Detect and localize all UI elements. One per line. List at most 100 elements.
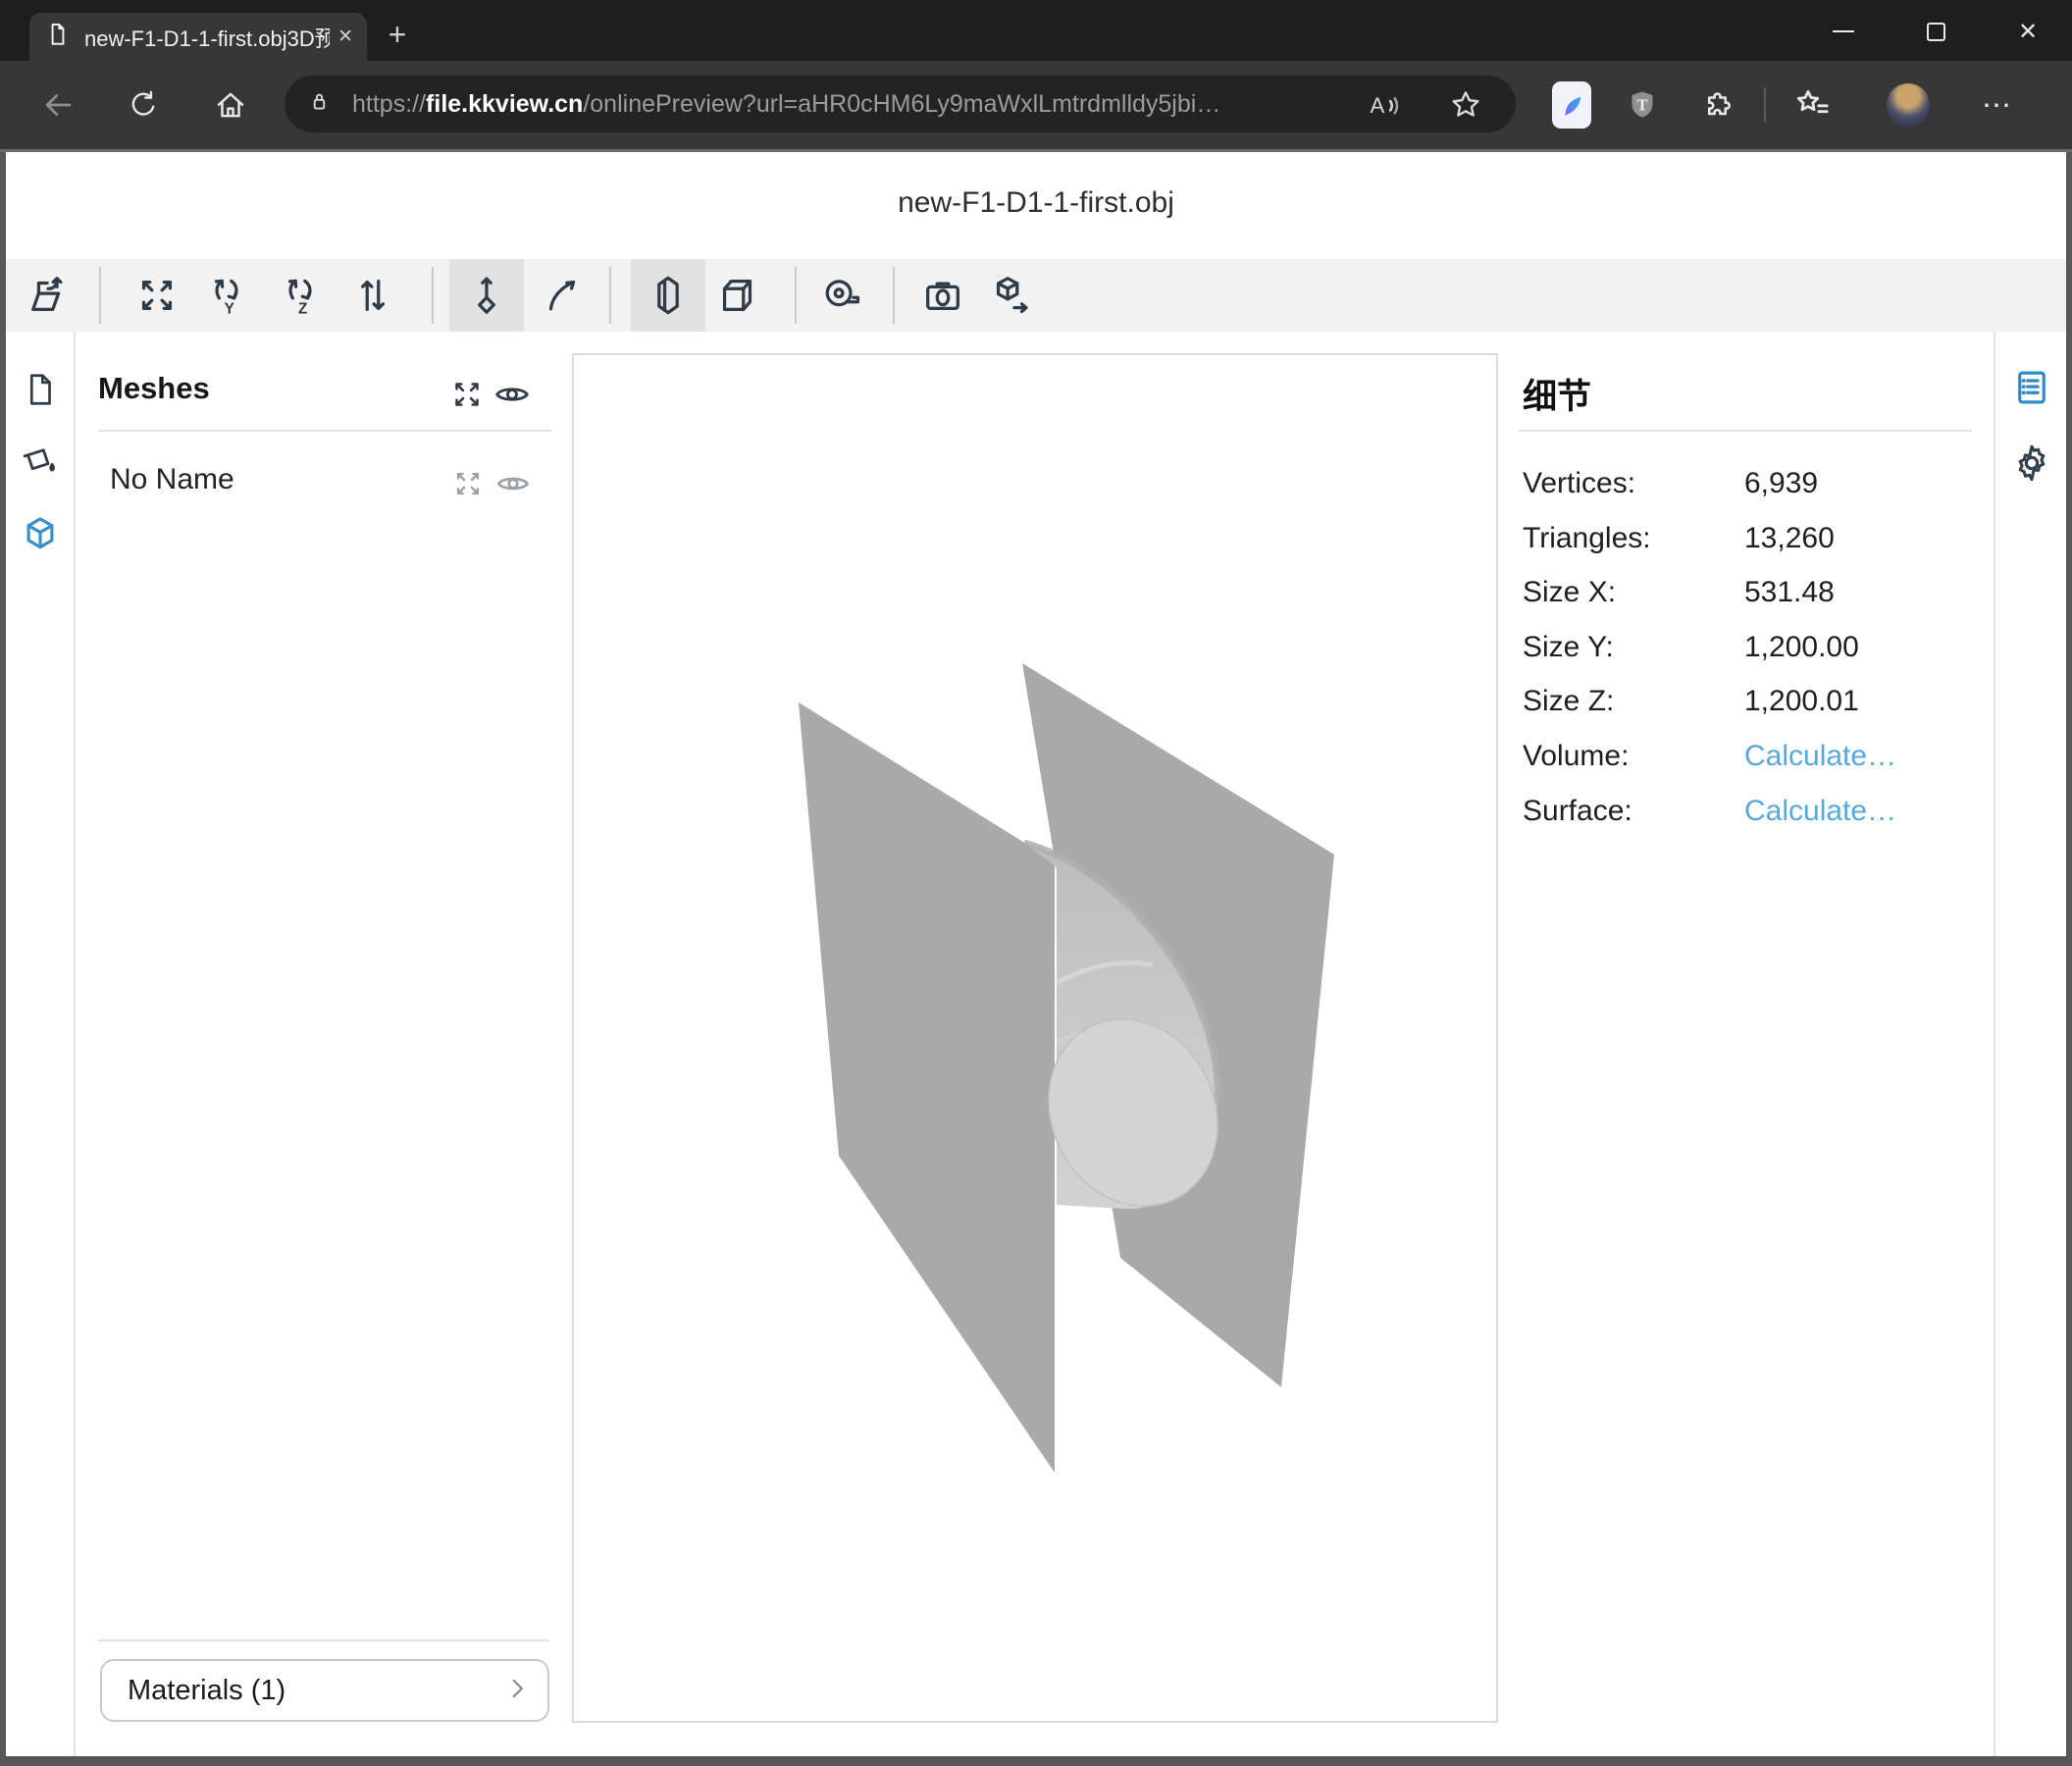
toolbar-separator xyxy=(99,267,101,324)
viewer-toolbar: Y Z xyxy=(6,259,2066,332)
box-view-button[interactable] xyxy=(700,259,775,332)
detail-row-vertices: Vertices: 6,939 xyxy=(1523,467,1984,502)
detail-label: Size X: xyxy=(1523,576,1616,609)
detail-value: 531.48 xyxy=(1744,576,1835,609)
fit-view-button[interactable] xyxy=(120,259,194,332)
tab-close-icon[interactable]: ✕ xyxy=(337,26,353,48)
address-bar[interactable]: https://file.kkview.cn/onlinePreview?url… xyxy=(285,76,1516,132)
detail-row-size-z: Size Z: 1,200.01 xyxy=(1523,685,1984,720)
detail-value: 6,939 xyxy=(1744,467,1818,500)
model-left-plane xyxy=(799,702,1055,1473)
settings-gear-icon[interactable] xyxy=(2010,442,2053,485)
rotate-y-button[interactable]: Y xyxy=(189,259,264,332)
browser-navbar: https://file.kkview.cn/onlinePreview?url… xyxy=(0,61,2072,149)
meshes-fit-all-icon[interactable] xyxy=(449,377,485,412)
detail-label: Surface: xyxy=(1523,795,1632,828)
tab-favicon-document-icon xyxy=(45,22,71,52)
thunder-extension-badge xyxy=(1552,81,1591,129)
read-aloud-icon[interactable]: A xyxy=(1362,61,1405,149)
back-button[interactable] xyxy=(39,61,77,149)
meshes-visibility-eye-icon[interactable] xyxy=(492,375,532,414)
materials-divider xyxy=(98,1639,549,1641)
avatar-photo xyxy=(1887,83,1930,127)
calculate-surface-link[interactable]: Calculate… xyxy=(1744,795,1896,828)
detail-value: 1,200.01 xyxy=(1744,685,1859,718)
measure-button[interactable] xyxy=(804,259,879,332)
url-text[interactable]: https://file.kkview.cn/onlinePreview?url… xyxy=(352,90,1220,119)
close-icon: ✕ xyxy=(2018,18,2038,46)
browser-menu-button[interactable]: ⋯ xyxy=(1976,61,2019,149)
open-file-button[interactable] xyxy=(12,259,86,332)
url-host: file.kkview.cn xyxy=(426,90,583,118)
window-controls: ✕ xyxy=(1821,10,2050,53)
lock-icon[interactable] xyxy=(306,88,333,120)
window-border-bottom xyxy=(0,1756,2072,1766)
profile-avatar[interactable] xyxy=(1886,61,1931,149)
window-maximize-button[interactable] xyxy=(1913,12,1958,51)
detail-row-volume: Volume: Calculate… xyxy=(1523,740,1984,775)
toolbar-separator xyxy=(432,267,434,324)
detail-label: Size Y: xyxy=(1523,631,1614,664)
minimize-icon xyxy=(1833,30,1854,32)
detail-row-size-x: Size X: 531.48 xyxy=(1523,576,1984,611)
screenshot-button[interactable] xyxy=(906,259,980,332)
materials-button[interactable]: Materials (1) xyxy=(100,1659,549,1722)
detail-value: 13,260 xyxy=(1744,522,1835,555)
materials-icon[interactable] xyxy=(6,440,75,479)
left-rail-divider xyxy=(74,332,76,1756)
detail-label: Triangles: xyxy=(1523,522,1651,555)
materials-button-label: Materials (1) xyxy=(128,1675,504,1707)
window-close-button[interactable]: ✕ xyxy=(2005,12,2050,51)
browser-tab[interactable]: new-F1-D1-1-first.obj3D预览 ✕ xyxy=(29,13,367,61)
chevron-right-icon xyxy=(504,1676,530,1706)
extensions-puzzle-icon[interactable] xyxy=(1699,61,1738,149)
right-rail-divider xyxy=(1994,332,1995,1756)
detail-row-surface: Surface: Calculate… xyxy=(1523,795,1984,830)
toolbar-separator xyxy=(893,267,895,324)
move-axis-button[interactable] xyxy=(449,259,524,332)
browser-titlebar: new-F1-D1-1-first.obj3D预览 ✕ + ✕ xyxy=(0,0,2072,61)
detail-label: Size Z: xyxy=(1523,685,1614,718)
model-3d-icon[interactable] xyxy=(6,514,75,555)
file-info-icon[interactable] xyxy=(6,371,75,408)
solid-view-button[interactable] xyxy=(631,259,705,332)
page-title: new-F1-D1-1-first.obj xyxy=(0,186,2072,220)
details-panel-divider xyxy=(1519,430,1972,432)
url-path: /onlinePreview?url=aHR0cHM6Ly9maWxlLmtrd… xyxy=(583,90,1220,118)
thunder-extension-icon[interactable] xyxy=(1552,61,1591,149)
flip-vertical-button[interactable] xyxy=(336,259,410,332)
shield-extension-icon[interactable]: T xyxy=(1623,61,1662,149)
model-viewport[interactable] xyxy=(572,353,1498,1723)
svg-text:T: T xyxy=(1636,95,1647,114)
details-list-icon[interactable] xyxy=(2011,367,2052,408)
rotate-y-label: Y xyxy=(225,300,234,317)
rotate-z-label: Z xyxy=(298,300,307,317)
meshes-panel-title: Meshes xyxy=(98,371,210,406)
mesh-item-eye-icon[interactable] xyxy=(494,465,532,502)
toolbar-separator xyxy=(609,267,611,324)
detail-label: Vertices: xyxy=(1523,467,1635,500)
tab-title: new-F1-D1-1-first.obj3D预览 xyxy=(84,22,330,53)
mesh-item-name: No Name xyxy=(110,463,234,496)
details-panel-title: 细节 xyxy=(1523,369,1591,419)
home-button[interactable] xyxy=(211,61,250,149)
new-tab-button[interactable]: + xyxy=(375,12,420,57)
meshes-panel-divider xyxy=(98,430,551,432)
window-minimize-button[interactable] xyxy=(1821,12,1866,51)
detail-label: Volume: xyxy=(1523,740,1629,773)
rotate-z-button[interactable]: Z xyxy=(263,259,337,332)
navbar-separator xyxy=(1764,87,1766,123)
collections-icon[interactable] xyxy=(1791,61,1835,149)
reload-button[interactable] xyxy=(124,61,163,149)
toolbar-separator xyxy=(795,267,797,324)
browser-window: new-F1-D1-1-first.obj3D预览 ✕ + ✕ xyxy=(0,0,2072,1766)
orbit-button[interactable] xyxy=(525,259,599,332)
detail-row-triangles: Triangles: 13,260 xyxy=(1523,522,1984,557)
mesh-item-fit-icon[interactable] xyxy=(451,467,485,500)
maximize-icon xyxy=(1927,23,1945,41)
detail-row-size-y: Size Y: 1,200.00 xyxy=(1523,631,1984,666)
export-3d-button[interactable] xyxy=(974,259,1049,332)
favorite-star-icon[interactable] xyxy=(1444,61,1487,149)
calculate-volume-link[interactable]: Calculate… xyxy=(1744,740,1896,773)
left-rail xyxy=(6,332,75,1756)
